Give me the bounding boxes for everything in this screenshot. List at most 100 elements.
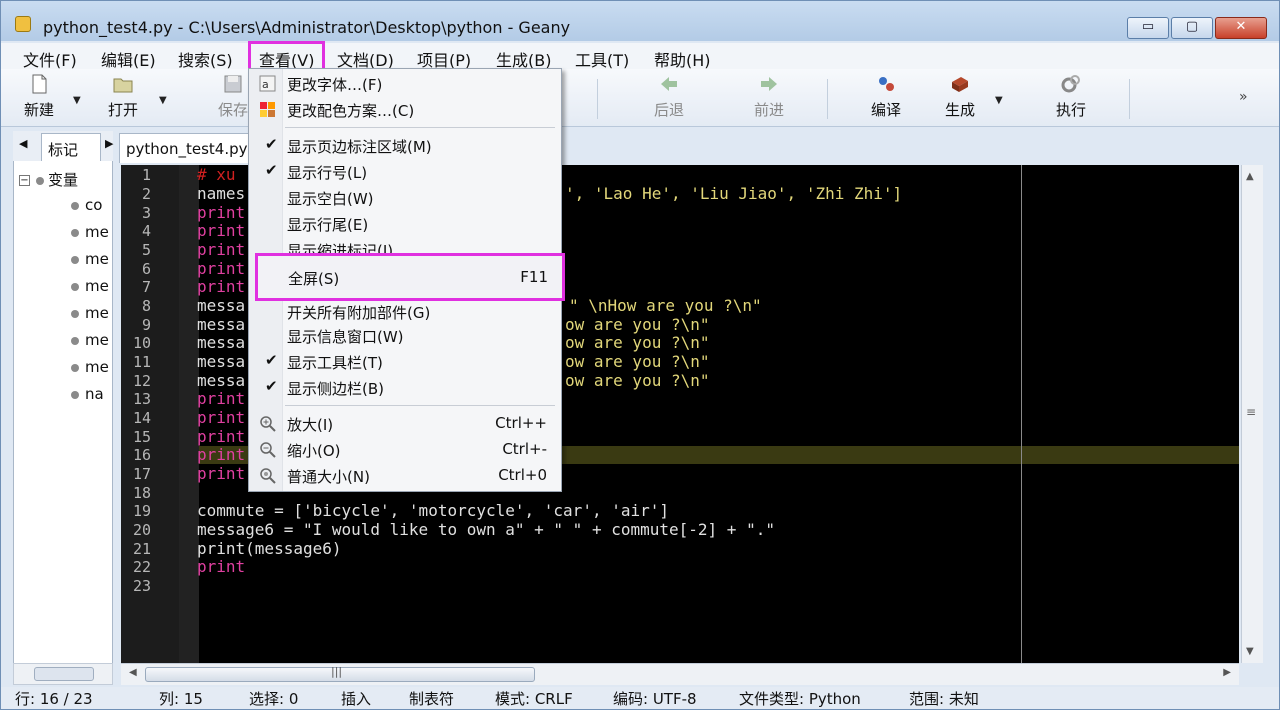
line-number: 5 (141, 241, 151, 259)
menu-item-change-color-scheme[interactable]: 更改配色方案…(C) (249, 97, 561, 123)
tree-item[interactable]: co (71, 196, 102, 214)
menu-item-show-toolbar[interactable]: ✔ 显示工具栏(T) (249, 349, 561, 375)
compile-button[interactable]: 编译 (867, 73, 905, 120)
forward-button[interactable]: 前进 (749, 73, 789, 120)
code-line: ow are you ?\n" (565, 333, 710, 352)
scroll-left-icon[interactable]: ◀ (129, 667, 137, 678)
scroll-down-icon[interactable]: ▼ (1246, 646, 1254, 657)
menu-item-zoom-in[interactable]: 放大(I) Ctrl++ (249, 411, 561, 437)
line-number: 20 (132, 521, 151, 539)
status-scope: 范围: 未知 (909, 690, 979, 708)
variable-icon (71, 390, 79, 399)
title-bar: python_test4.py - C:\Users\Administrator… (1, 1, 1279, 41)
variable-icon (71, 336, 79, 345)
execute-button[interactable]: 执行 (1051, 73, 1091, 120)
color-palette-icon (260, 102, 275, 117)
menu-item-zoom-out[interactable]: 缩小(O) Ctrl+- (249, 437, 561, 463)
menu-item-show-markers-margin[interactable]: ✔ 显示页边标注区域(M) (249, 133, 561, 159)
line-number: 8 (141, 297, 151, 315)
variable-icon (71, 228, 79, 237)
checkmark-icon: ✔ (265, 161, 278, 179)
new-file-icon (32, 74, 47, 94)
scrollbar-thumb[interactable] (34, 667, 94, 681)
scrollbar-grip-icon[interactable]: ||| (331, 665, 342, 678)
minimize-button[interactable]: ▭ (1127, 17, 1169, 39)
menu-item-label: 放大(I) (287, 416, 334, 434)
menu-tools[interactable]: 工具(T) (575, 47, 629, 71)
tree-item[interactable]: me (71, 250, 109, 268)
code-line: ow are you ?\n" (565, 315, 710, 334)
status-eol-mode: 模式: CRLF (495, 690, 573, 708)
menu-item-toggle-all-additional-widgets[interactable]: 开关所有附加部件(G) (249, 299, 561, 325)
sidebar-horizontal-scrollbar[interactable] (13, 663, 113, 685)
menu-item-change-font[interactable]: a 更改字体…(F) (249, 71, 561, 97)
new-dropdown-arrow-icon[interactable]: ▼ (73, 95, 81, 106)
back-button[interactable]: 后退 (649, 73, 689, 120)
save-button[interactable]: 保存 (215, 73, 251, 120)
maximize-button[interactable]: ▢ (1171, 17, 1213, 39)
execute-label: 执行 (1055, 101, 1086, 119)
menu-item-label: 更改配色方案…(C) (287, 102, 415, 120)
menu-search[interactable]: 搜索(S) (178, 47, 233, 71)
tree-item[interactable]: me (71, 277, 109, 295)
code-line: print (197, 445, 246, 464)
scroll-right-icon[interactable]: ▶ (1223, 667, 1231, 678)
menu-item-show-whitespace[interactable]: 显示空白(W) (249, 185, 561, 211)
line-number: 21 (132, 540, 151, 558)
tree-item[interactable]: me (71, 223, 109, 241)
tree-item[interactable]: me (71, 331, 109, 349)
menu-item-fullscreen[interactable]: 全屏(S) F11 (255, 253, 565, 301)
open-button[interactable]: 打开 (105, 73, 141, 120)
menu-item-label: 显示侧边栏(B) (287, 380, 384, 398)
line-number: 7 (141, 278, 151, 296)
checkmark-icon: ✔ (265, 377, 278, 395)
tree-item[interactable]: me (71, 304, 109, 322)
code-line: print (197, 277, 246, 296)
save-disk-icon (224, 75, 242, 93)
menu-item-zoom-reset[interactable]: 普通大小(N) Ctrl+0 (249, 463, 561, 489)
close-button[interactable]: ✕ (1215, 17, 1267, 39)
menu-item-show-message-window[interactable]: 显示信息窗口(W) (249, 323, 561, 349)
tree-item-label: me (85, 223, 109, 241)
toolbar-overflow-icon[interactable]: » (1239, 89, 1248, 105)
line-number: 17 (132, 465, 151, 483)
menu-item-show-sidebar[interactable]: ✔ 显示侧边栏(B) (249, 375, 561, 401)
menu-edit[interactable]: 编辑(E) (101, 47, 156, 71)
tree-node-variables[interactable]: − 变量 (19, 169, 78, 190)
tab-symbols[interactable]: 标记 (41, 133, 101, 161)
code-line: messa (197, 296, 246, 315)
code-line: print (197, 389, 246, 408)
menu-file[interactable]: 文件(F) (23, 47, 77, 71)
zoom-out-icon (260, 442, 276, 458)
build-button[interactable]: 生成 (941, 73, 979, 120)
sidebar-scroll-right-icon[interactable]: ▶ (105, 137, 113, 150)
sidebar-scroll-left-icon[interactable]: ◀ (19, 137, 27, 150)
menu-separator (285, 405, 555, 406)
view-menu-dropdown: a 更改字体…(F) 更改配色方案…(C) ✔ 显示页边标注区域(M) ✔ 显示… (248, 68, 565, 492)
variable-icon (36, 176, 44, 185)
menu-item-show-line-endings[interactable]: 显示行尾(E) (249, 211, 561, 237)
line-number: 11 (132, 353, 151, 371)
tree-item[interactable]: me (71, 358, 109, 376)
collapse-icon[interactable]: − (19, 175, 30, 186)
open-dropdown-arrow-icon[interactable]: ▼ (159, 95, 167, 106)
editor-horizontal-scrollbar[interactable]: ◀ ||| ▶ (121, 663, 1239, 685)
line-number: 15 (132, 428, 151, 446)
line-number: 12 (132, 372, 151, 390)
status-filetype: 文件类型: Python (739, 690, 861, 708)
close-icon: ✕ (1235, 19, 1247, 34)
code-line: commute = ['bicycle', 'motorcycle', 'car… (197, 501, 670, 520)
editor-vertical-scrollbar[interactable]: ▲ ≡ ▼ (1241, 165, 1263, 663)
tab-python-test4[interactable]: python_test4.py (119, 133, 259, 163)
new-button[interactable]: 新建 (21, 73, 57, 120)
scroll-up-icon[interactable]: ▲ (1246, 171, 1254, 182)
tree-item[interactable]: na (71, 385, 104, 403)
checkmark-icon: ✔ (265, 135, 278, 153)
zoom-in-icon (260, 416, 276, 432)
menu-item-show-line-numbers[interactable]: ✔ 显示行号(L) (249, 159, 561, 185)
scrollbar-grip-icon[interactable]: ≡ (1246, 405, 1256, 419)
variable-icon (71, 201, 79, 210)
variable-icon (71, 282, 79, 291)
build-dropdown-arrow-icon[interactable]: ▼ (995, 95, 1003, 106)
menu-help[interactable]: 帮助(H) (654, 47, 711, 71)
